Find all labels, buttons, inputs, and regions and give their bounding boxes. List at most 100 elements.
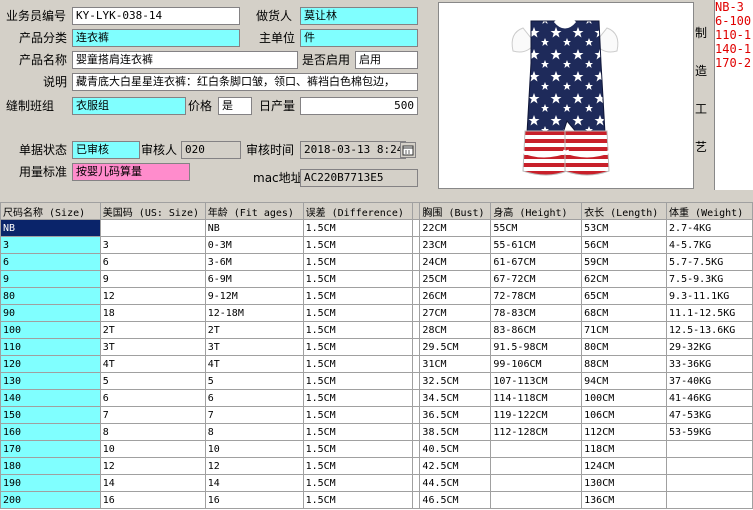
table-cell[interactable]: 1.5CM [302,304,414,322]
table-cell[interactable] [490,474,583,492]
table-cell[interactable]: 107-113CM [490,372,583,390]
table-cell[interactable] [412,253,421,271]
table-cell[interactable]: 46.5CM [419,491,492,509]
table-cell[interactable]: 53CM [581,219,668,237]
table-cell[interactable]: 38.5CM [419,423,492,441]
table-cell[interactable]: 130CM [581,474,668,492]
table-cell[interactable]: 12 [204,457,304,475]
table-cell[interactable]: 6 [0,253,101,271]
table-cell[interactable]: 6-9M [204,270,304,288]
daily-output-field[interactable]: 500 [300,97,418,115]
header-weight[interactable]: 体重 (Weight) [666,202,753,220]
table-cell[interactable]: 0-3M [204,236,304,254]
table-row[interactable]: 180 12 12 1.5CM 42.5CM 124CM [0,457,753,475]
table-cell[interactable]: 18 [99,304,206,322]
table-cell[interactable] [412,423,421,441]
table-cell[interactable] [412,457,421,475]
table-cell[interactable]: 7.5-9.3KG [666,270,753,288]
table-cell[interactable] [412,304,421,322]
table-cell[interactable]: 28CM [419,321,492,339]
table-cell[interactable]: 31CM [419,355,492,373]
table-cell[interactable]: 55CM [490,219,583,237]
table-cell[interactable] [666,457,753,475]
status-field[interactable]: 已审核 [72,141,140,159]
table-cell[interactable]: 5.7-7.5KG [666,253,753,271]
table-cell[interactable]: 124CM [581,457,668,475]
table-cell[interactable]: 3 [99,236,206,254]
team-field[interactable]: 衣服组 [72,97,186,115]
table-cell[interactable]: NB [204,219,304,237]
mac-field[interactable]: AC220B7713E5 [300,169,418,187]
table-cell[interactable]: 25CM [419,270,492,288]
table-cell[interactable]: 9 [99,270,206,288]
table-cell[interactable] [412,287,421,305]
table-cell[interactable] [412,440,421,458]
table-cell[interactable]: 1.5CM [302,457,414,475]
table-row[interactable]: 6 6 3-6M 1.5CM 24CM 61-67CM 59CM 5.7-7.5KG [0,253,753,271]
table-cell[interactable]: 1.5CM [302,372,414,390]
table-cell[interactable]: 44.5CM [419,474,492,492]
table-cell[interactable]: 29-32KG [666,338,753,356]
table-cell[interactable]: 68CM [581,304,668,322]
table-cell[interactable]: 100CM [581,389,668,407]
table-cell[interactable] [666,440,753,458]
table-cell[interactable]: 24CM [419,253,492,271]
size-grid[interactable]: 尺码名称 (Size) 美国码 (US: Size) 年龄 (Fit ages)… [0,202,753,510]
table-cell[interactable]: 6 [99,389,206,407]
table-row[interactable]: 200 16 16 1.5CM 46.5CM 136CM [0,491,753,509]
header-length[interactable]: 衣长 (Length) [581,202,668,220]
table-cell[interactable]: 33-36KG [666,355,753,373]
table-cell[interactable]: 120 [0,355,101,373]
table-cell[interactable]: 12 [99,287,206,305]
table-cell[interactable]: 4T [204,355,304,373]
enabled-field[interactable]: 启用 [355,51,418,69]
table-cell[interactable]: 150 [0,406,101,424]
header-size[interactable]: 尺码名称 (Size) [0,202,101,220]
table-cell[interactable] [412,491,421,509]
table-cell[interactable]: 26CM [419,287,492,305]
table-cell[interactable]: 100 [0,321,101,339]
table-cell[interactable]: 2T [99,321,206,339]
table-cell[interactable]: 130 [0,372,101,390]
table-cell[interactable]: 6 [99,253,206,271]
price-field[interactable]: 是 [218,97,252,115]
table-cell[interactable]: 10 [204,440,304,458]
table-cell[interactable]: 88CM [581,355,668,373]
usage-standard-field[interactable]: 按婴儿码算量 [72,163,190,181]
header-difference[interactable]: 误差 (Difference) [302,202,414,220]
table-cell[interactable]: 56CM [581,236,668,254]
table-cell[interactable]: 90 [0,304,101,322]
table-cell[interactable]: 91.5-98CM [490,338,583,356]
table-row[interactable]: 190 14 14 1.5CM 44.5CM 130CM [0,474,753,492]
table-cell[interactable]: 2.7-4KG [666,219,753,237]
table-cell[interactable]: 94CM [581,372,668,390]
table-cell[interactable]: 16 [99,491,206,509]
table-cell[interactable]: 119-122CM [490,406,583,424]
table-cell[interactable]: 80 [0,287,101,305]
table-cell[interactable]: 110 [0,338,101,356]
table-cell[interactable]: 8 [204,423,304,441]
table-cell[interactable]: 22CM [419,219,492,237]
category-field[interactable]: 连衣裤 [72,29,240,47]
table-cell[interactable]: 190 [0,474,101,492]
table-cell[interactable]: 2T [204,321,304,339]
table-cell[interactable]: 6 [204,389,304,407]
table-cell[interactable]: 71CM [581,321,668,339]
table-cell[interactable]: 3 [0,236,101,254]
table-cell[interactable]: 41-46KG [666,389,753,407]
reviewer-field[interactable]: 020 [181,141,241,159]
header-us-size[interactable]: 美国码 (US: Size) [99,202,206,220]
table-row[interactable]: 9 9 6-9M 1.5CM 25CM 67-72CM 62CM 7.5-9.3KG [0,270,753,288]
table-cell[interactable]: 3T [99,338,206,356]
table-cell[interactable]: 14 [204,474,304,492]
table-cell[interactable]: 106CM [581,406,668,424]
table-cell[interactable]: 5 [204,372,304,390]
table-cell[interactable]: 1.5CM [302,406,414,424]
process-text-area[interactable]: NB-3 6-100 110-1 140-1 170-2 [714,0,753,190]
table-row[interactable]: 80 12 9-12M 1.5CM 26CM 72-78CM 65CM 9.3-11.1KG [0,287,753,305]
table-cell[interactable]: 1.5CM [302,355,414,373]
salesperson-field[interactable]: KY-LYK-038-14 [72,7,240,25]
table-cell[interactable]: 1.5CM [302,321,414,339]
table-cell[interactable]: 29.5CM [419,338,492,356]
table-cell[interactable]: 83-86CM [490,321,583,339]
